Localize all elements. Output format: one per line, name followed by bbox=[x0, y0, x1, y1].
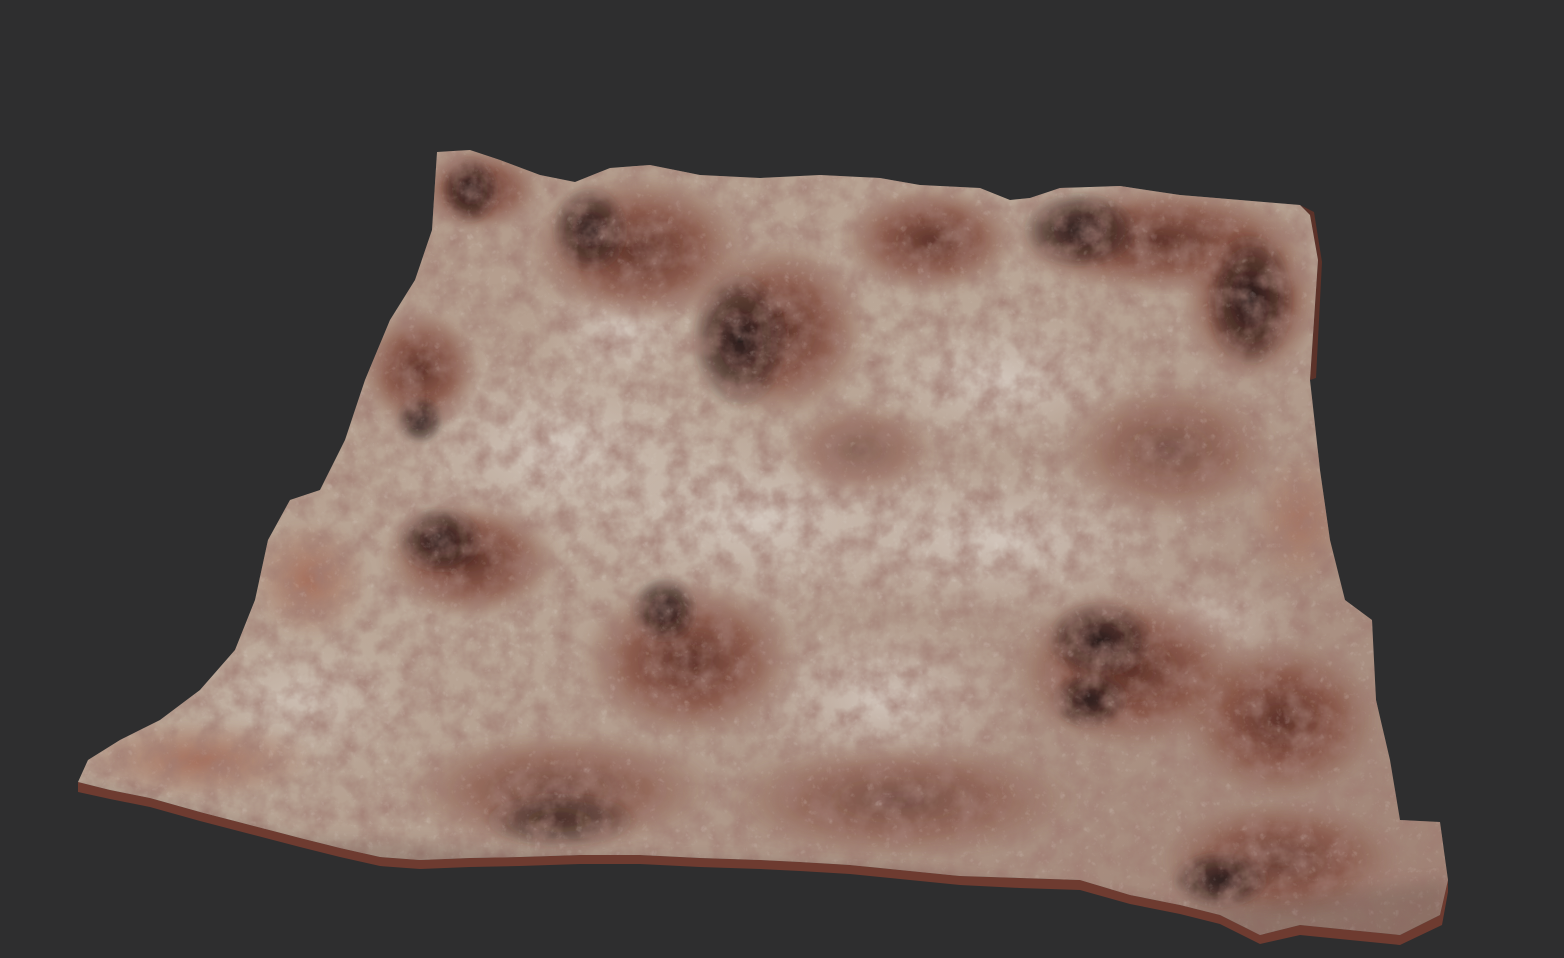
terrain-render bbox=[78, 150, 1448, 945]
terrain-surface bbox=[78, 150, 1448, 935]
render-viewport[interactable] bbox=[0, 0, 1564, 958]
